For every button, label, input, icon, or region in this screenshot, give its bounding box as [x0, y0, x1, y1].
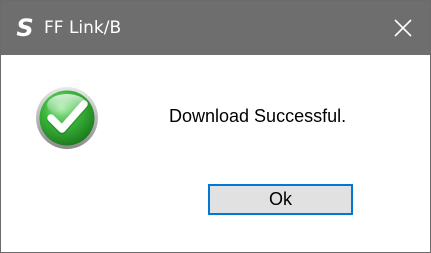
app-logo-icon: S [16, 14, 34, 42]
ok-button-label: Ok [268, 189, 292, 209]
close-button[interactable] [376, 1, 430, 55]
close-icon [394, 19, 412, 37]
window-title: FF Link/B [44, 18, 122, 38]
ok-button[interactable]: Ok [208, 184, 353, 215]
dialog-content: Download Successful. Ok [1, 55, 430, 252]
status-message: Download Successful. [169, 106, 347, 126]
success-checkmark-icon [36, 87, 98, 149]
dialog-window: S FF Link/B Download Successful. Ok [0, 0, 431, 253]
title-bar[interactable]: S FF Link/B [1, 1, 430, 55]
